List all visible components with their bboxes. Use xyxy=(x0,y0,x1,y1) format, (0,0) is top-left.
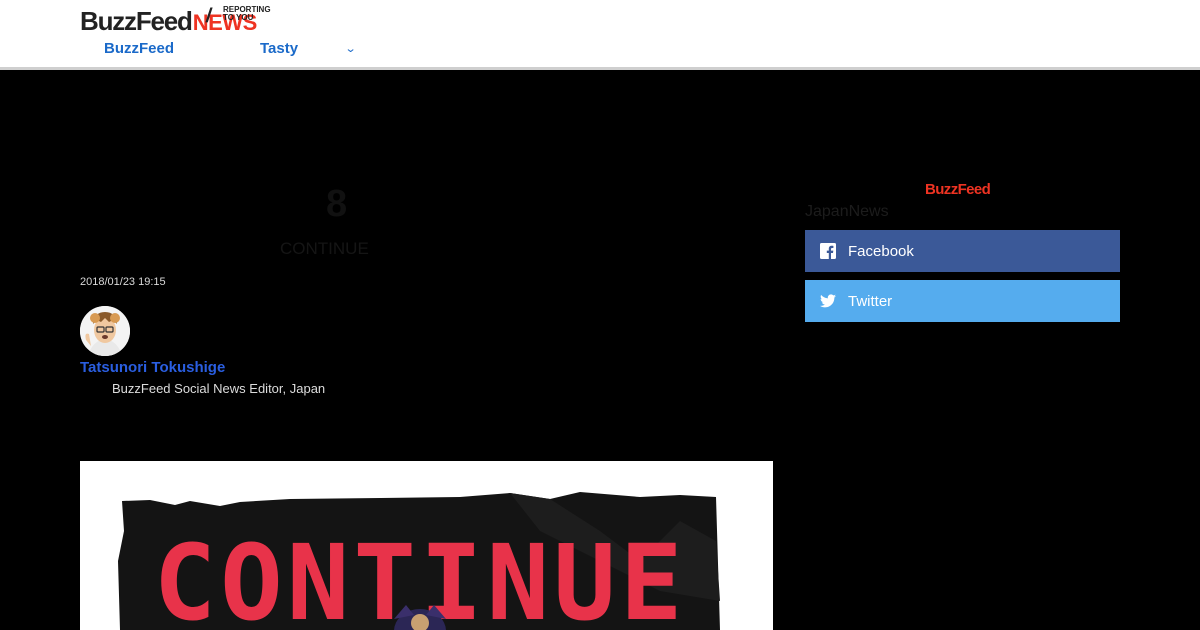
site-header: BuzzFeed NEWS / REPORTING TO YOU BuzzFee… xyxy=(0,0,1200,70)
sidebar-buzzfeed-logo[interactable]: BuzzFeed xyxy=(925,181,991,198)
sidebar-section-title: JapanNews xyxy=(805,203,889,220)
reaction-count: 8 xyxy=(326,183,348,225)
facebook-share-button[interactable]: Facebook xyxy=(805,230,1120,272)
facebook-share-label: Facebook xyxy=(848,242,914,260)
avatar-icon xyxy=(80,306,130,356)
avatar[interactable] xyxy=(80,306,130,356)
nav-link-tasty[interactable]: Tasty xyxy=(260,40,298,57)
logo-buzzfeed-text: BuzzFeed xyxy=(80,6,193,36)
continue-sign-illustration: CONTINUE xyxy=(80,461,773,630)
chevron-down-icon[interactable]: ⌄ xyxy=(345,42,357,55)
logo-tagline: REPORTING TO YOU xyxy=(223,5,271,22)
facebook-icon xyxy=(820,243,836,259)
twitter-share-label: Twitter xyxy=(848,292,893,310)
author-title: BuzzFeed Social News Editor, Japan xyxy=(112,381,326,396)
twitter-share-button[interactable]: Twitter xyxy=(805,280,1120,322)
hero-image: CONTINUE xyxy=(80,461,773,630)
reaction-label[interactable]: CONTINUE xyxy=(280,239,369,259)
twitter-icon xyxy=(820,293,836,309)
nav-link-buzzfeed[interactable]: BuzzFeed xyxy=(104,40,174,57)
publish-timestamp: 2018/01/23 19:15 xyxy=(80,276,166,288)
author-name-link[interactable]: Tatsunori Tokushige xyxy=(80,359,225,376)
